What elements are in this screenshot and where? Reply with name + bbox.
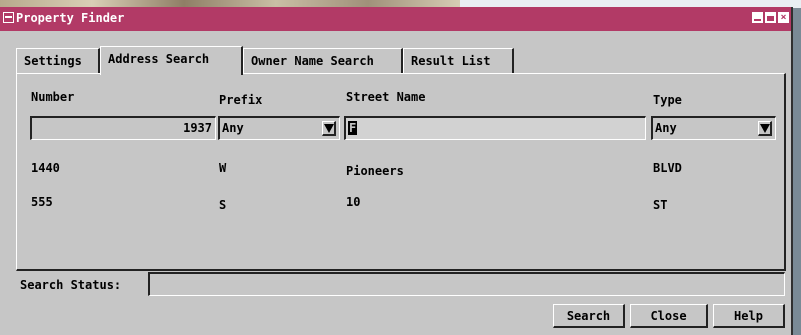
search-status-field <box>148 272 785 296</box>
prefix-select[interactable]: Any <box>218 116 340 140</box>
tab-settings[interactable]: Settings <box>16 48 100 73</box>
minimize-icon[interactable] <box>752 12 763 23</box>
prefix-select-value: Any <box>222 121 244 135</box>
result-prefix: S <box>219 198 227 212</box>
result-type: ST <box>653 198 668 212</box>
result-number: 1440 <box>31 161 60 175</box>
tab-owner-name-search[interactable]: Owner Name Search <box>243 48 403 73</box>
close-button[interactable]: Close <box>630 304 708 328</box>
chevron-down-icon[interactable] <box>758 121 772 136</box>
window-menu-icon[interactable] <box>3 12 14 23</box>
result-prefix: W <box>219 161 227 175</box>
window-title: Property Finder <box>16 11 125 25</box>
title-bar[interactable]: Property Finder × <box>0 7 791 31</box>
type-select[interactable]: Any <box>651 116 776 140</box>
maximize-icon[interactable] <box>765 12 776 23</box>
type-header: Type <box>653 93 682 107</box>
street-name-header: Street Name <box>346 90 426 104</box>
type-select-value: Any <box>655 121 677 135</box>
number-input-value: 1937 <box>183 121 212 135</box>
chevron-down-icon[interactable] <box>322 121 336 136</box>
search-button[interactable]: Search <box>553 304 625 328</box>
property-finder-window: Property Finder × Settings Address Searc… <box>0 7 793 335</box>
search-status-label: Search Status: <box>20 278 122 292</box>
number-header: Number <box>31 90 75 104</box>
street-name-input[interactable]: F <box>344 116 646 140</box>
result-street-name: 10 <box>346 195 361 209</box>
help-button[interactable]: Help <box>713 304 785 328</box>
prefix-header: Prefix <box>219 93 263 107</box>
tab-result-list[interactable]: Result List <box>403 48 514 73</box>
result-type: BLVD <box>653 161 682 175</box>
close-icon[interactable]: × <box>778 12 789 23</box>
tab-address-search[interactable]: Address Search <box>100 46 243 75</box>
result-number: 555 <box>31 195 53 209</box>
number-input[interactable]: 1937 <box>30 116 216 140</box>
result-street-name: Pioneers <box>346 164 404 178</box>
street-name-input-value: F <box>348 121 358 135</box>
